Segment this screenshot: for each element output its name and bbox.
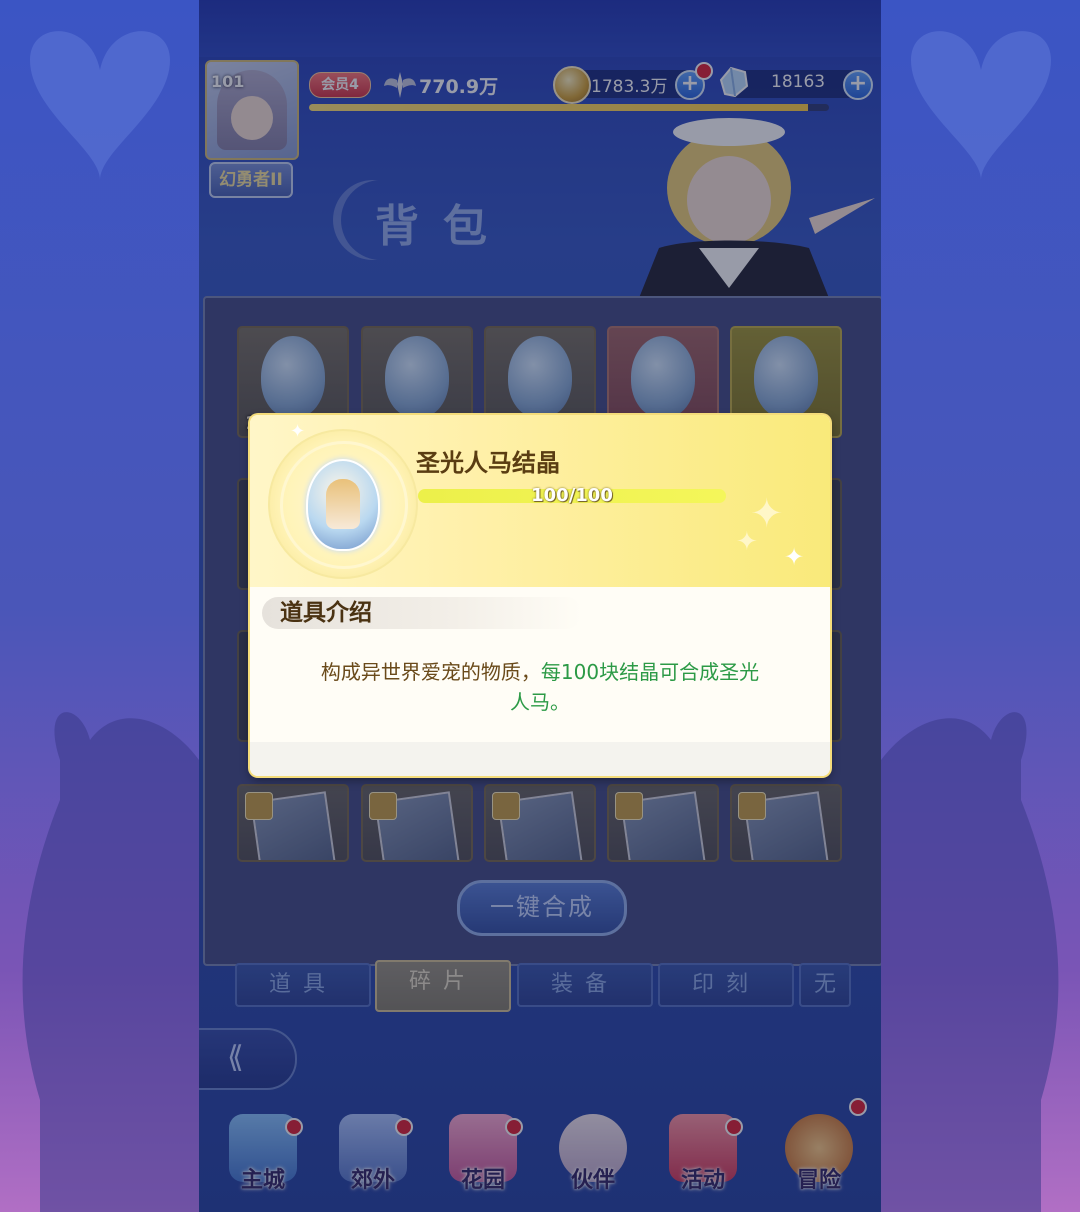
sparkle-icon: ✦ <box>736 527 758 557</box>
popup-footer <box>250 742 830 776</box>
item-description: 构成异世界爱宠的物质，每100块结晶可合成圣光 人马。 <box>290 657 790 717</box>
right-decor-panel <box>881 0 1080 1212</box>
crystal-egg-icon <box>306 459 380 551</box>
desc-highlight: 每100块结晶可合成圣光 <box>540 660 760 684</box>
sparkle-icon: ✦ <box>290 421 306 442</box>
item-info-popup: 圣光人马结晶 100/100 ✦ ✦ ✦ ✦ 道具介绍 构成异世界爱宠的物质，每… <box>250 415 830 776</box>
desc-text: 构成异世界爱宠的物质， <box>320 660 541 684</box>
item-name: 圣光人马结晶 <box>416 449 560 477</box>
centaur-portrait <box>326 479 360 529</box>
left-decor-panel <box>0 0 199 1212</box>
desc-highlight: 人马。 <box>510 690 570 714</box>
progress-text: 100/100 <box>531 485 613 506</box>
sparkle-icon: ✦ <box>784 543 805 571</box>
section-title: 道具介绍 <box>280 600 372 626</box>
